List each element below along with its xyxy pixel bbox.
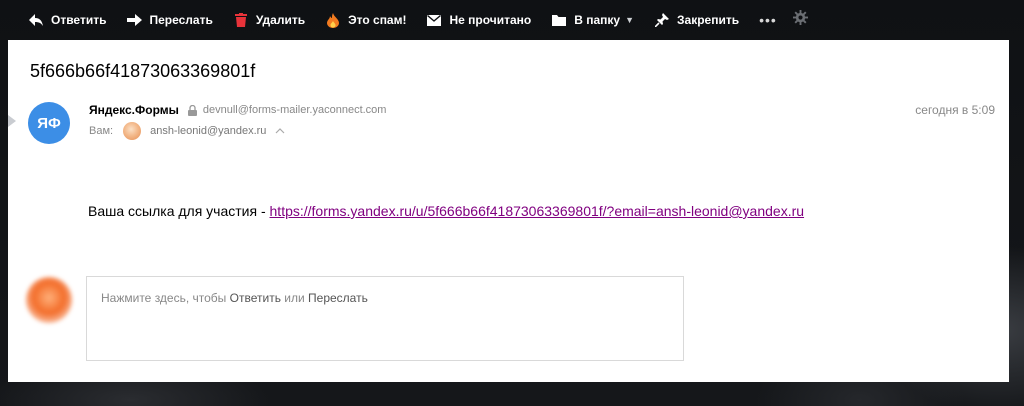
reply-label: Ответить [51, 13, 107, 27]
recipient-avatar[interactable] [123, 122, 142, 140]
message-subject: 5f666b66f41873063369801f [30, 61, 256, 81]
unread-label: Не прочитано [449, 13, 532, 27]
forward-arrow-icon [126, 12, 142, 28]
forward-button[interactable]: Переслать [116, 0, 222, 40]
forward-link[interactable]: Переслать [308, 291, 368, 305]
sender-row: Яндекс.Формы devnull@forms-mailer.yaconn… [89, 103, 386, 117]
reply-hint-prefix: Нажмите здесь, чтобы [101, 291, 230, 305]
lock-icon [187, 104, 197, 116]
pin-icon [654, 12, 670, 28]
spam-button[interactable]: Это спам! [315, 0, 416, 40]
body-prefix: Ваша ссылка для участия - [88, 203, 270, 219]
sender-avatar[interactable]: ЯФ [28, 102, 70, 144]
quick-reply-box[interactable]: Нажмите здесь, чтобы Ответить или Пересл… [86, 276, 684, 361]
more-button[interactable]: ••• [749, 12, 787, 28]
folder-icon [551, 12, 567, 28]
pin-button[interactable]: Закрепить [644, 0, 749, 40]
reply-or-text: или [280, 291, 309, 305]
recipient-label: Вам: [89, 125, 114, 137]
message-time: сегодня в 5:09 [915, 103, 995, 117]
user-avatar [26, 277, 72, 323]
settings-button[interactable] [787, 10, 814, 30]
reply-link[interactable]: Ответить [230, 291, 281, 305]
message-body: Ваша ссылка для участия - https://forms.… [88, 203, 804, 219]
recipient-email[interactable]: ansh-leonid@yandex.ru [150, 125, 266, 137]
chevron-up-icon[interactable] [275, 128, 285, 134]
folder-label: В папку [574, 13, 621, 27]
reply-button[interactable]: Ответить [0, 0, 116, 40]
pin-label: Закрепить [677, 13, 740, 27]
message-panel: 5f666b66f41873063369801f ЯФ Яндекс.Формы… [8, 40, 1009, 382]
sender-name[interactable]: Яндекс.Формы [89, 103, 179, 117]
flame-icon [325, 12, 341, 28]
sender-email[interactable]: devnull@forms-mailer.yaconnect.com [203, 104, 387, 116]
trash-icon [233, 12, 249, 28]
envelope-icon [426, 12, 442, 28]
move-to-folder-button[interactable]: В папку ▼ [541, 0, 644, 40]
delete-button[interactable]: Удалить [223, 0, 315, 40]
reply-hint: Нажмите здесь, чтобы Ответить или Пересл… [101, 291, 368, 305]
participation-link[interactable]: https://forms.yandex.ru/u/5f666b66f41873… [270, 203, 805, 219]
delete-label: Удалить [255, 13, 306, 27]
spam-label: Это спам! [348, 13, 407, 27]
collapse-arrow-icon[interactable] [8, 115, 16, 127]
gear-icon [792, 10, 808, 30]
mark-unread-button[interactable]: Не прочитано [416, 0, 541, 40]
reply-arrow-icon [28, 12, 44, 28]
forward-label: Переслать [149, 13, 213, 27]
chevron-down-icon: ▼ [625, 15, 635, 25]
recipient-row: Вам: ansh-leonid@yandex.ru [89, 122, 285, 140]
message-toolbar: Ответить Переслать Удалить Это спам! Не … [0, 0, 1024, 40]
